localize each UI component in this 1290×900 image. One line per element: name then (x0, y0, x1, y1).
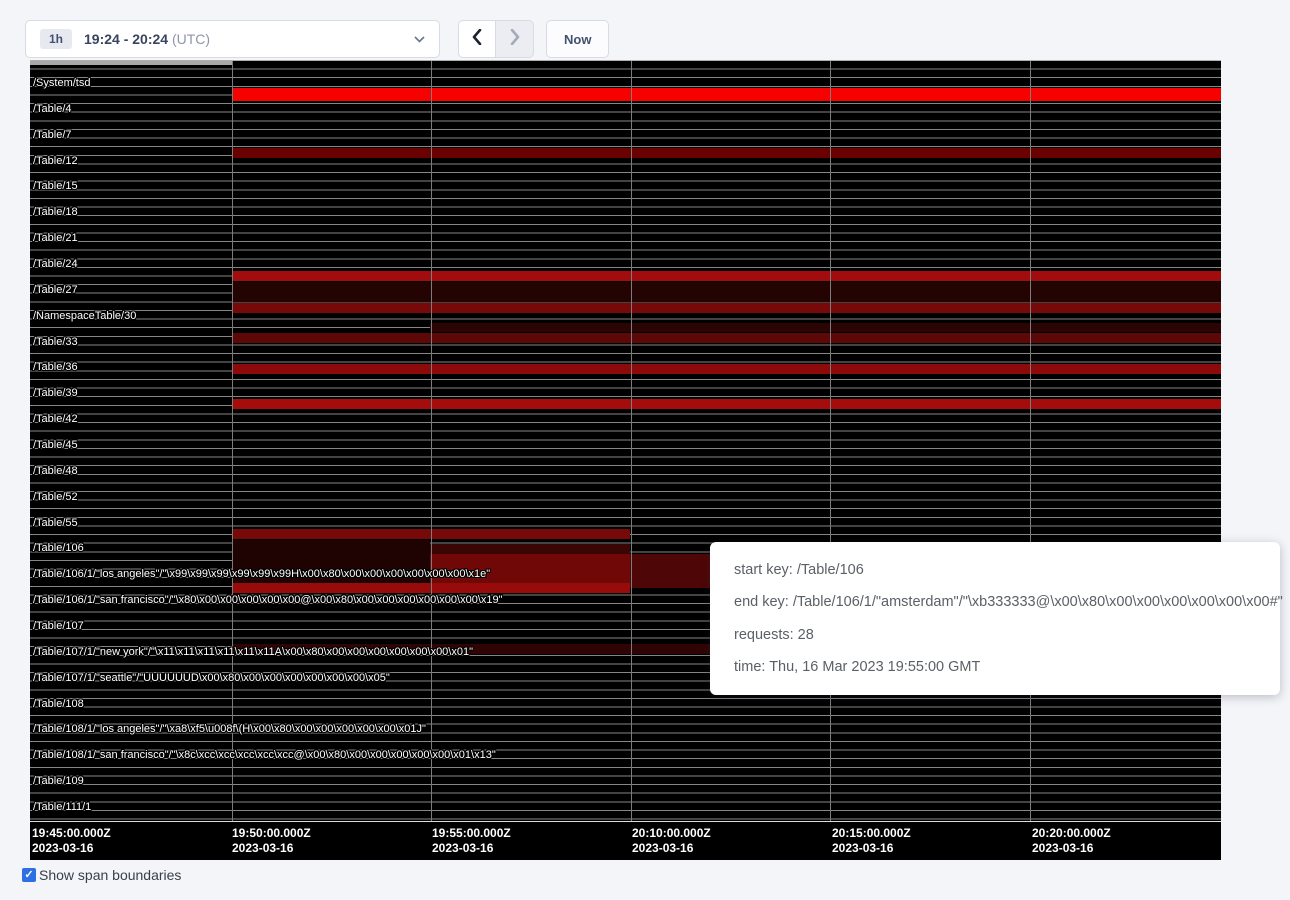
range-zone: (UTC) (172, 31, 210, 47)
span-key-label: /Table/106 (33, 542, 84, 555)
time-tick-label: 19:55:00.000Z 2023-03-16 (432, 826, 511, 856)
now-button[interactable]: Now (546, 20, 609, 58)
tooltip-line: end key: /Table/106/1/"amsterdam"/"\xb33… (734, 594, 1256, 610)
cell-tooltip: start key: /Table/106 end key: /Table/106… (710, 542, 1280, 695)
span-key-label: /Table/39 (33, 387, 78, 400)
span-key-label: /Table/55 (33, 517, 78, 530)
span-key-label: /Table/48 (33, 465, 78, 478)
span-boundaries-label: Show span boundaries (39, 867, 181, 883)
span-key-label: /NamespaceTable/30 (33, 310, 136, 323)
span-key-label: /Table/108/1/"los angeles"/"\xa8\xf5\u00… (33, 723, 426, 736)
span-key-label: /Table/109 (33, 775, 84, 788)
span-key-label: /Table/7 (33, 129, 72, 142)
span-key-label: /Table/12 (33, 155, 78, 168)
span-key-label: /Table/15 (33, 180, 78, 193)
heatmap[interactable]: /System/tsd/Table/4/Table/7/Table/12/Tab… (30, 60, 1221, 860)
heat-band[interactable] (430, 323, 1221, 332)
span-key-label: /Table/45 (33, 439, 78, 452)
range-value: 19:24 - 20:24 (84, 31, 168, 47)
time-gridline (1030, 61, 1031, 821)
time-nav-group (458, 20, 534, 58)
tooltip-line: time: Thu, 16 Mar 2023 19:55:00 GMT (734, 659, 1256, 675)
span-key-label: /Table/21 (33, 232, 78, 245)
heat-band[interactable] (232, 399, 1221, 409)
time-tick-label: 20:15:00.000Z 2023-03-16 (832, 826, 911, 856)
time-range-select[interactable]: 1h 19:24 - 20:24 (UTC) (25, 20, 440, 58)
span-key-label: /Table/106/1/"los angeles"/"\x99\x99\x99… (33, 568, 490, 581)
span-key-label: /Table/52 (33, 491, 78, 504)
span-key-label: /Table/24 (33, 258, 78, 271)
toolbar: 1h 19:24 - 20:24 (UTC) Now (25, 20, 609, 58)
tooltip-line: requests: 28 (734, 627, 1256, 643)
span-key-label: /Table/27 (33, 284, 78, 297)
heatmap-row-lines (30, 61, 1221, 821)
span-key-label: /Table/18 (33, 206, 78, 219)
time-tick-label: 20:20:00.000Z 2023-03-16 (1032, 826, 1111, 856)
span-key-label: /Table/4 (33, 103, 72, 116)
time-gridline (431, 61, 432, 821)
time-tick-label: 19:45:00.000Z 2023-03-16 (32, 826, 111, 856)
span-key-label: /Table/106/1/"san francisco"/"\x80\x00\x… (33, 594, 503, 607)
span-key-label: /Table/33 (33, 336, 78, 349)
span-key-label: /System/tsd (33, 77, 90, 90)
span-key-label: /Table/107/1/"new york"/"\x11\x11\x11\x1… (33, 646, 473, 659)
time-gridline (232, 61, 233, 821)
heat-band[interactable] (630, 554, 710, 588)
heat-band[interactable] (430, 544, 630, 554)
time-tick-label: 19:50:00.000Z 2023-03-16 (232, 826, 311, 856)
span-key-label: /Table/108 (33, 698, 84, 711)
heat-band[interactable] (232, 282, 1221, 302)
heat-band[interactable] (232, 271, 1221, 281)
span-key-label: /Table/36 (33, 361, 78, 374)
heat-band[interactable] (232, 88, 1221, 101)
time-gridline (830, 61, 831, 821)
span-key-label: /Table/111/1 (33, 801, 91, 814)
span-key-label: /Table/42 (33, 413, 78, 426)
heat-band[interactable] (232, 364, 1221, 374)
span-boundaries-toggle: ✓ Show span boundaries (22, 867, 181, 883)
heat-band[interactable] (232, 303, 1221, 313)
heat-band[interactable] (232, 148, 1221, 158)
heat-band[interactable] (30, 61, 232, 65)
range-text: 19:24 - 20:24 (UTC) (84, 31, 210, 47)
key-visualizer-page: { "toolbar": { "preset": "1h", "range": … (0, 0, 1290, 900)
chevron-down-icon (414, 36, 425, 43)
span-key-label: /Table/107 (33, 620, 84, 633)
prev-time-button[interactable] (458, 20, 496, 58)
chevron-right-icon (510, 29, 520, 50)
axis-boundary-line (30, 821, 1221, 822)
range-preset-badge: 1h (40, 29, 72, 49)
span-key-label: /Table/107/1/"seattle"/"UUUUUUD\x00\x80\… (33, 672, 390, 685)
tooltip-line: start key: /Table/106 (734, 562, 1256, 578)
time-gridline (631, 61, 632, 821)
span-key-label: /Table/108/1/"san francisco"/"\x8c\xcc\x… (33, 749, 496, 762)
span-boundaries-checkbox[interactable]: ✓ (22, 868, 36, 882)
chevron-left-icon (472, 29, 482, 50)
heat-band[interactable] (232, 333, 1221, 343)
time-tick-label: 20:10:00.000Z 2023-03-16 (632, 826, 711, 856)
next-time-button[interactable] (496, 20, 534, 58)
